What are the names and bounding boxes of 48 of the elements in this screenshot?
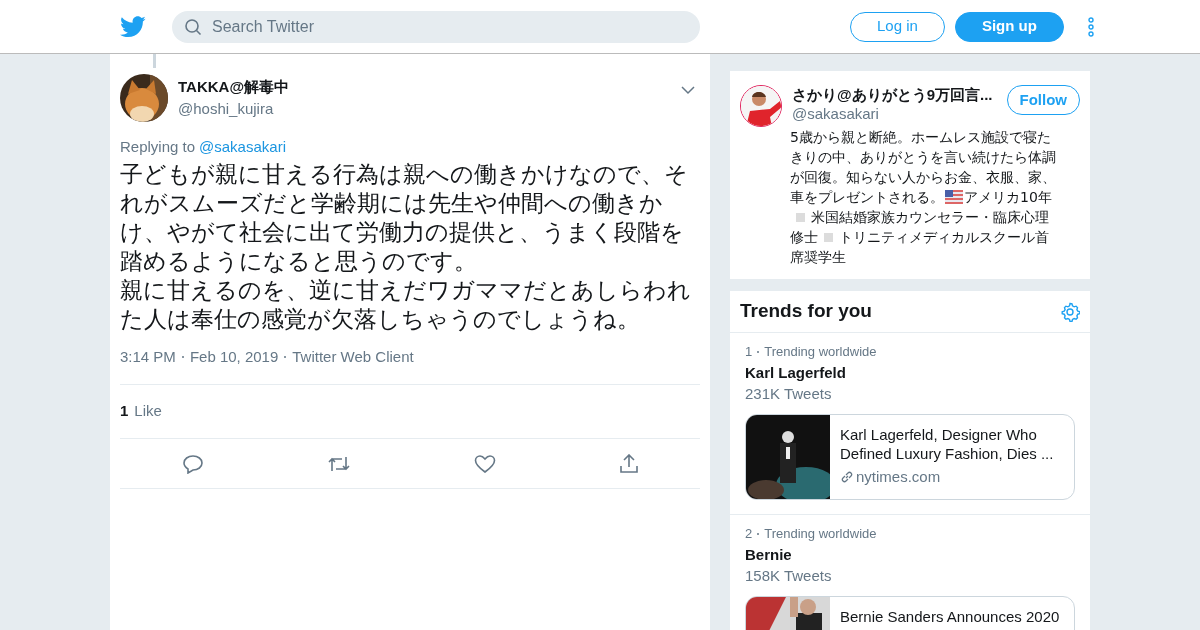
- trend-context: Trending worldwide: [764, 525, 877, 543]
- bio-text: 米国結婚家族カウンセラー・臨床心理: [811, 208, 1049, 227]
- square-icon: [824, 232, 833, 242]
- card-title: Karl Lagerfeld, Designer Who Defined Luxury Fashion, Dies ...: [840, 425, 1055, 463]
- trend-name[interactable]: Bernie: [745, 545, 1075, 565]
- bird-logo-icon[interactable]: [120, 15, 146, 38]
- flag-icon: [945, 190, 963, 204]
- trend-name[interactable]: Karl Lagerfeld: [745, 363, 1075, 383]
- link-icon: [840, 470, 854, 485]
- bio-text: 修士: [790, 228, 818, 247]
- bio-text: アメリカ10年: [964, 188, 1052, 207]
- tweet-count: 158K Tweets: [745, 566, 833, 586]
- trend-context: Trending worldwide: [764, 343, 877, 361]
- bio-text: 5歳から親と断絶。ホームレス施設で寝た: [790, 128, 1051, 147]
- tweet-text: 親に甘えるのを、逆に甘えだワガママだとあしらわれた人は奉仕の感覚が欠落しちゃうのでしょうね。: [120, 275, 692, 334]
- search-field[interactable]: Search Twitter: [172, 10, 700, 43]
- chevron-down-icon[interactable]: [681, 85, 695, 95]
- link-card[interactable]: Karl Lagerfeld, Designer Who Defined Luxury Fashion, Dies ... nytimes.com: [745, 414, 1075, 500]
- bio-text: きりの中、ありがとうを言い続けたら体調: [790, 148, 1056, 167]
- bio-text: トリニティメディカルスクール首: [839, 228, 1049, 247]
- more-menu-icon[interactable]: [1087, 16, 1094, 37]
- trend-rank: 1: [745, 343, 753, 361]
- bio-text: が回復。知らない人からお金、衣服、家、: [790, 168, 1056, 187]
- bio-text: 車をプレゼントされる。: [790, 188, 944, 207]
- like-label: Like: [134, 401, 162, 421]
- section-title: Trends for you: [740, 299, 872, 324]
- square-icon: [796, 212, 805, 222]
- card-source: nytimes.com: [856, 467, 941, 487]
- like-icon[interactable]: [473, 453, 496, 474]
- replying-label: Replying to: [120, 137, 196, 157]
- user-handle: @sakasakari: [792, 104, 880, 123]
- share-icon[interactable]: [618, 453, 639, 474]
- search-icon: [184, 17, 202, 36]
- user-name: TAKKA@解毒中: [178, 76, 289, 97]
- user-handle: @hoshi_kujira: [178, 99, 275, 119]
- link-card[interactable]: Bernie Sanders Announces 2020: [745, 596, 1075, 630]
- tweet-source: Twitter Web Client: [292, 346, 414, 367]
- card-title: Bernie Sanders Announces 2020: [840, 607, 1060, 626]
- tweet-date: Feb 10, 2019: [189, 346, 279, 367]
- reply-icon[interactable]: [181, 453, 204, 474]
- tweet-time: 3:14 PM: [120, 346, 176, 367]
- bio-text: 席奨学生: [790, 248, 846, 267]
- user-name: さかり@ありがとう9万回言...: [792, 85, 994, 104]
- trend-rank: 2: [745, 525, 753, 543]
- tweet-count: 231K Tweets: [745, 384, 833, 404]
- tweet-text: 子どもが親に甘える行為は親への働きかけなので、それがスムーズだと学齢期には先生や仲間への働きかけ、やがて社会に出て労働力の提供と、うまく段階を踏めるようになると思うのです。: [120, 159, 689, 276]
- like-count: 1: [120, 401, 129, 421]
- settings-icon[interactable]: [1060, 301, 1080, 322]
